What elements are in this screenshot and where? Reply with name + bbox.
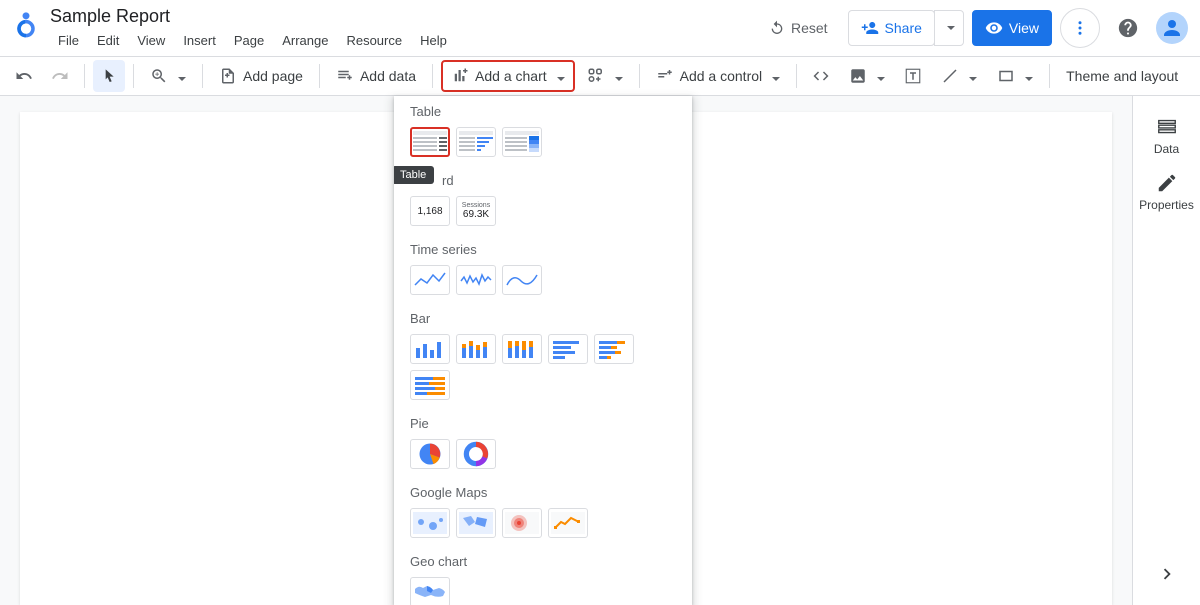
add-chart-button[interactable]: Add a chart <box>441 60 575 92</box>
add-page-button[interactable]: Add page <box>211 60 311 92</box>
shape-button[interactable] <box>989 60 1041 92</box>
redo-icon <box>51 67 69 85</box>
app-header: Sample Report File Edit View Insert Page… <box>0 0 1200 56</box>
data-panel-tab[interactable]: Data <box>1133 108 1200 164</box>
right-panel: Data Properties <box>1132 96 1200 605</box>
document-title[interactable]: Sample Report <box>50 6 757 27</box>
properties-panel-tab[interactable]: Properties <box>1133 164 1200 220</box>
code-icon <box>812 67 830 85</box>
person-icon <box>1160 16 1184 40</box>
chart-option-geochart[interactable] <box>410 577 450 605</box>
chart-icon <box>451 67 469 85</box>
menu-page[interactable]: Page <box>226 29 272 52</box>
chart-option-scorecard-compact[interactable]: Sessions 69.3K <box>456 196 496 226</box>
chart-option-map-line[interactable] <box>548 508 588 538</box>
chart-option-bar-horizontal[interactable] <box>548 334 588 364</box>
chart-option-table-bars[interactable] <box>456 127 496 157</box>
embed-button[interactable] <box>805 60 837 92</box>
expand-panel-button[interactable] <box>1133 555 1200 593</box>
chart-option-timeseries[interactable] <box>410 265 450 295</box>
looker-studio-logo <box>12 10 40 38</box>
eye-icon <box>985 19 1003 37</box>
help-button[interactable] <box>1108 8 1148 48</box>
line-icon <box>941 67 959 85</box>
menu-help[interactable]: Help <box>412 29 455 52</box>
menu-view[interactable]: View <box>129 29 173 52</box>
section-label-geochart: Geo chart <box>410 554 676 569</box>
more-options-button[interactable] <box>1060 8 1100 48</box>
line-button[interactable] <box>933 60 985 92</box>
menubar: File Edit View Insert Page Arrange Resou… <box>50 29 757 52</box>
chart-option-table[interactable] <box>410 127 450 157</box>
chart-option-bar-100stacked-column[interactable] <box>502 334 542 364</box>
chevron-right-icon <box>1156 563 1178 585</box>
data-icon <box>1156 116 1178 138</box>
text-icon <box>904 67 922 85</box>
chart-option-timeseries-sparkline[interactable] <box>456 265 496 295</box>
help-icon <box>1117 17 1139 39</box>
add-chart-dropdown: Table Table rd 1,168 Sessions 69.3K <box>394 96 692 605</box>
section-label-table: Table <box>410 104 676 119</box>
undo-icon <box>15 67 33 85</box>
zoom-tool[interactable] <box>142 60 194 92</box>
control-icon <box>656 67 674 85</box>
theme-layout-button[interactable]: Theme and layout <box>1058 60 1186 92</box>
chart-option-map-heatmap[interactable] <box>502 508 542 538</box>
community-viz-button[interactable] <box>579 60 631 92</box>
add-control-button[interactable]: Add a control <box>648 60 789 92</box>
add-page-icon <box>219 67 237 85</box>
chart-option-bar-stacked-column[interactable] <box>456 334 496 364</box>
section-label-pie: Pie <box>410 416 676 431</box>
redo-button[interactable] <box>44 60 76 92</box>
view-button[interactable]: View <box>972 10 1052 46</box>
text-button[interactable] <box>897 60 929 92</box>
chart-option-table-heatmap[interactable] <box>502 127 542 157</box>
chart-option-donut[interactable] <box>456 439 496 469</box>
section-label-googlemaps: Google Maps <box>410 485 676 500</box>
chart-option-bar-100stacked-horizontal[interactable] <box>410 370 450 400</box>
user-avatar[interactable] <box>1156 12 1188 44</box>
section-label-timeseries: Time series <box>410 242 676 257</box>
zoom-icon <box>150 67 168 85</box>
undo-icon <box>769 20 785 36</box>
chart-option-map-bubble[interactable] <box>410 508 450 538</box>
edit-icon <box>1156 172 1178 194</box>
image-button[interactable] <box>841 60 893 92</box>
select-tool[interactable] <box>93 60 125 92</box>
share-dropdown-button[interactable] <box>934 10 964 46</box>
cursor-icon <box>101 68 117 84</box>
menu-resource[interactable]: Resource <box>338 29 410 52</box>
add-data-icon <box>336 67 354 85</box>
toolbar: Add page Add data Add a chart Add a cont… <box>0 56 1200 96</box>
menu-file[interactable]: File <box>50 29 87 52</box>
section-label-scorecard: rd <box>442 173 676 188</box>
community-viz-icon <box>587 67 605 85</box>
section-label-bar: Bar <box>410 311 676 326</box>
undo-button[interactable] <box>8 60 40 92</box>
menu-arrange[interactable]: Arrange <box>274 29 336 52</box>
person-add-icon <box>861 19 879 37</box>
image-icon <box>849 67 867 85</box>
add-data-button[interactable]: Add data <box>328 60 424 92</box>
chart-option-bar-column[interactable] <box>410 334 450 364</box>
chart-option-map-filled[interactable] <box>456 508 496 538</box>
menu-insert[interactable]: Insert <box>175 29 224 52</box>
rect-icon <box>997 67 1015 85</box>
chart-tooltip: Table <box>394 166 434 184</box>
chart-option-pie[interactable] <box>410 439 450 469</box>
chart-option-bar-stacked-horizontal[interactable] <box>594 334 634 364</box>
chart-option-scorecard[interactable]: 1,168 <box>410 196 450 226</box>
reset-button[interactable]: Reset <box>757 10 840 46</box>
more-vert-icon <box>1071 19 1089 37</box>
share-button[interactable]: Share <box>848 10 935 46</box>
chart-option-timeseries-smooth[interactable] <box>502 265 542 295</box>
menu-edit[interactable]: Edit <box>89 29 127 52</box>
